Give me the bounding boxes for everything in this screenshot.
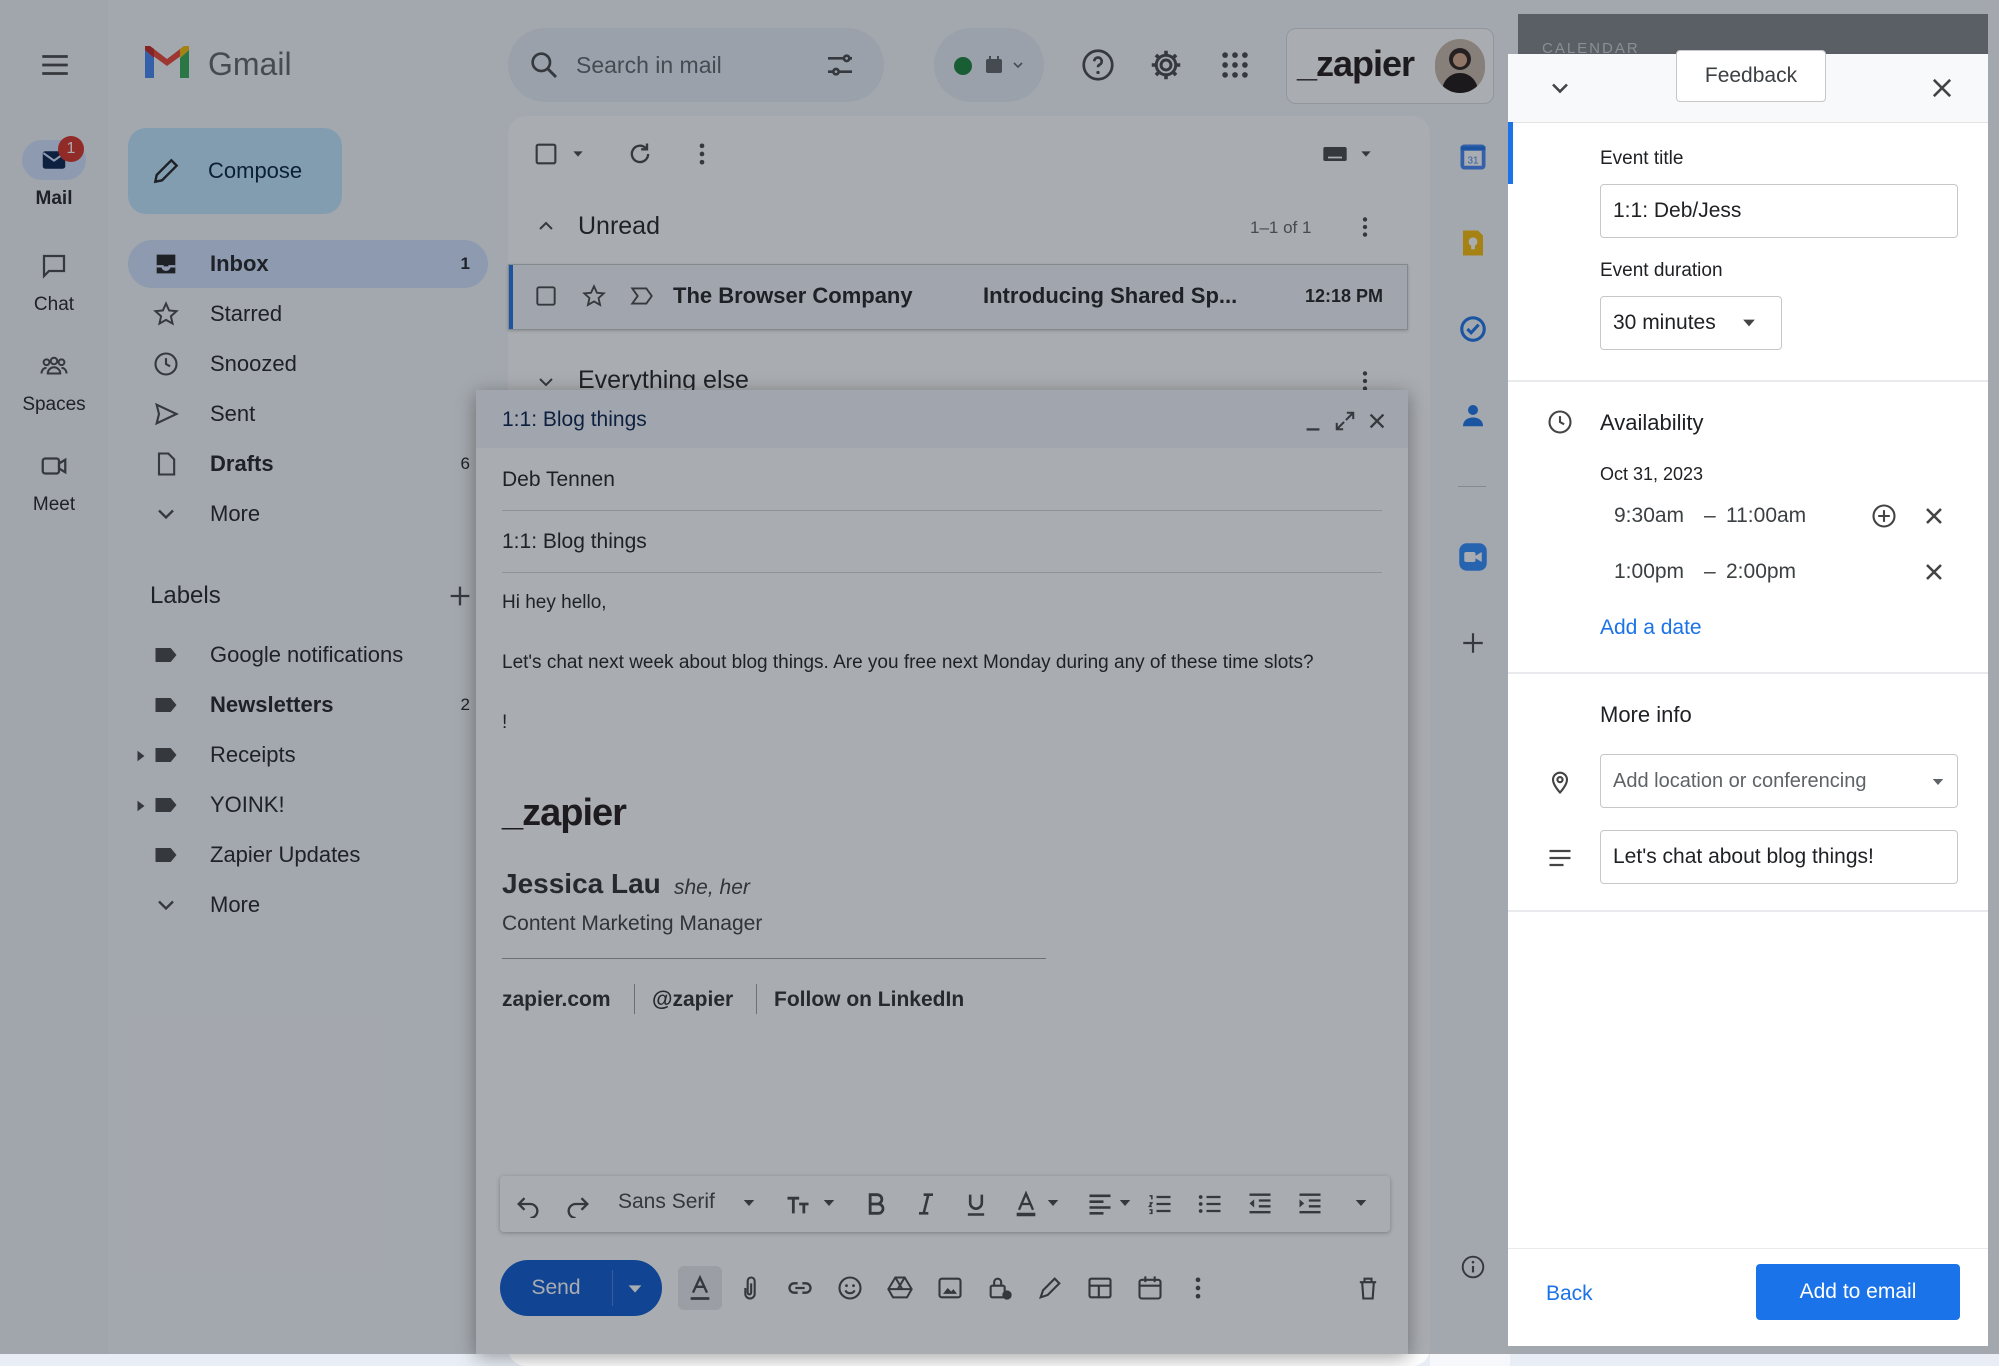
divider (1508, 380, 1988, 382)
more-formatting-icon[interactable] (1352, 1194, 1370, 1212)
slot-end[interactable]: 2:00pm (1726, 560, 1796, 584)
feedback-button[interactable]: Feedback (1676, 50, 1826, 102)
bold-icon[interactable] (862, 1190, 890, 1218)
full-screen-icon[interactable] (1334, 410, 1356, 432)
event-duration-select[interactable]: 30 minutes (1600, 296, 1782, 350)
compose-title: 1:1: Blog things (502, 408, 647, 431)
chevron-down-icon (1739, 313, 1759, 333)
location-select[interactable]: Add location or conferencing (1600, 754, 1958, 808)
divider (1508, 1248, 1988, 1249)
formatting-toolbar: Sans Serif (500, 1176, 1390, 1232)
location-placeholder: Add location or conferencing (1613, 769, 1867, 792)
insert-photo-icon[interactable] (936, 1274, 964, 1302)
close-icon[interactable] (1928, 74, 1956, 102)
signature-link[interactable]: Follow on LinkedIn (774, 988, 964, 1012)
signature-link[interactable]: zapier.com (502, 988, 611, 1012)
chevron-down-icon (1929, 773, 1947, 791)
signature-role: Content Marketing Manager (502, 912, 763, 935)
signature-zapier-logo: _zapier (502, 792, 627, 834)
panel-header: Feedback (1508, 50, 1988, 123)
add-to-email-button[interactable]: Add to email (1756, 1264, 1960, 1320)
back-button[interactable]: Back (1546, 1282, 1593, 1306)
compose-window: 1:1: Blog things Deb Tennen 1:1: Blog th… (476, 390, 1408, 1354)
compose-header[interactable]: 1:1: Blog things (476, 390, 1408, 448)
divider (502, 510, 1382, 511)
zapier-scheduling-panel: Feedback Event title 1:1: Deb/Jess Event… (1508, 50, 1988, 1346)
text-color-icon[interactable] (1012, 1190, 1040, 1218)
location-pin-icon (1546, 768, 1574, 796)
divider (612, 1270, 613, 1306)
signature-pronouns: she, her (674, 876, 750, 899)
schedule-event-icon[interactable] (1136, 1274, 1164, 1302)
divider (1508, 910, 1988, 912)
availability-title: Availability (1600, 410, 1704, 435)
align-icon[interactable] (1086, 1190, 1114, 1218)
underline-icon[interactable] (962, 1190, 990, 1218)
redo-icon[interactable] (564, 1190, 592, 1218)
bulleted-list-icon[interactable] (1196, 1190, 1224, 1218)
body-line[interactable]: ! (502, 712, 507, 734)
slot-separator: – (1704, 504, 1716, 527)
close-icon[interactable] (1366, 410, 1388, 432)
event-duration-label: Event duration (1600, 260, 1723, 281)
indent-less-icon[interactable] (1246, 1190, 1274, 1218)
send-button-group: Send (500, 1260, 662, 1316)
slot-start[interactable]: 9:30am (1614, 504, 1684, 528)
more-info-title: More info (1600, 702, 1692, 727)
chevron-down-icon[interactable] (740, 1194, 758, 1212)
text-size-icon[interactable] (784, 1190, 812, 1218)
divider (502, 572, 1382, 573)
undo-icon[interactable] (514, 1190, 542, 1218)
event-duration-value: 30 minutes (1613, 311, 1716, 334)
clock-icon (1546, 408, 1574, 436)
more-options-icon[interactable] (1184, 1274, 1212, 1302)
chevron-down-icon[interactable] (1044, 1194, 1062, 1212)
remove-slot-close-icon[interactable] (1920, 558, 1948, 586)
text-format-icon (686, 1274, 714, 1302)
signature-divider (502, 958, 1046, 959)
send-options-chevron-icon[interactable] (624, 1278, 646, 1300)
chevron-down-icon[interactable] (1116, 1194, 1134, 1212)
add-date-link[interactable]: Add a date (1600, 616, 1702, 640)
event-title-input[interactable]: 1:1: Deb/Jess (1600, 184, 1958, 238)
signature-name: Jessica Lau (502, 868, 661, 899)
send-button[interactable]: Send (500, 1260, 612, 1316)
layouts-icon[interactable] (1086, 1274, 1114, 1302)
emoji-icon[interactable] (836, 1274, 864, 1302)
description-notes-icon (1546, 844, 1574, 872)
body-line[interactable]: Hi hey hello, (502, 592, 607, 614)
indent-more-icon[interactable] (1296, 1190, 1324, 1218)
discard-draft-trash-icon[interactable] (1354, 1274, 1382, 1302)
google-drive-icon[interactable] (886, 1274, 914, 1302)
collapse-chevron-icon[interactable] (1546, 74, 1574, 102)
slot-separator: – (1704, 560, 1716, 583)
description-input[interactable]: Let's chat about blog things! (1600, 830, 1958, 884)
formatting-options-toggle[interactable] (678, 1266, 722, 1310)
italic-icon[interactable] (912, 1190, 940, 1218)
add-slot-plus-circle-icon[interactable] (1870, 502, 1898, 530)
recipient-field[interactable]: Deb Tennen (502, 468, 615, 492)
divider (634, 984, 635, 1014)
divider (1508, 672, 1988, 674)
attach-file-icon[interactable] (736, 1274, 764, 1302)
font-family-select[interactable]: Sans Serif (618, 1190, 715, 1214)
chevron-down-icon[interactable] (820, 1194, 838, 1212)
insert-link-icon[interactable] (786, 1274, 814, 1302)
availability-date[interactable]: Oct 31, 2023 (1600, 464, 1703, 485)
panel-accent (1508, 122, 1513, 184)
event-title-label: Event title (1600, 148, 1684, 169)
calendar-panel-background: CALENDAR (1518, 14, 1988, 57)
body-line[interactable]: Let's chat next week about blog things. … (502, 652, 1314, 674)
minimize-icon[interactable] (1302, 412, 1324, 434)
slot-end[interactable]: 11:00am (1726, 504, 1806, 528)
signature-link[interactable]: @zapier (652, 988, 733, 1012)
confidential-mode-icon[interactable] (986, 1274, 1014, 1302)
remove-slot-close-icon[interactable] (1920, 502, 1948, 530)
subject-field[interactable]: 1:1: Blog things (502, 530, 647, 554)
numbered-list-icon[interactable] (1146, 1190, 1174, 1218)
signature-pen-icon[interactable] (1036, 1274, 1064, 1302)
divider (756, 984, 757, 1014)
slot-start[interactable]: 1:00pm (1614, 560, 1684, 584)
